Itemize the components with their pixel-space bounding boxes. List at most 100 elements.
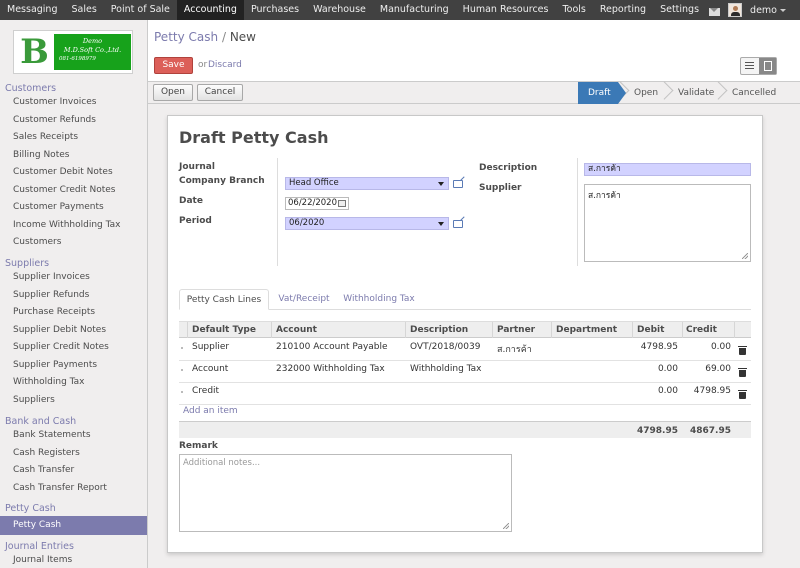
form-view-icon[interactable] <box>758 58 776 74</box>
breadcrumb-petty-cash[interactable]: Petty Cash <box>154 30 218 44</box>
resize-handle-icon[interactable] <box>742 253 748 259</box>
sidebar-item-customer-invoices[interactable]: Customer Invoices <box>13 97 96 107</box>
sidebar-item-purchase-receipts[interactable]: Purchase Receipts <box>13 307 95 317</box>
row-debit[interactable]: 0.00 <box>636 364 678 374</box>
column-header-credit[interactable]: Credit <box>686 325 717 335</box>
sidebar-item-supplier-debit-notes[interactable]: Supplier Debit Notes <box>13 325 106 335</box>
company-branch-label: Company Branch <box>179 176 265 186</box>
external-link-icon[interactable] <box>453 220 463 228</box>
period-select[interactable]: 06/2020 <box>285 217 449 230</box>
row-credit[interactable]: 0.00 <box>686 342 731 352</box>
row-description[interactable]: Withholding Tax <box>410 364 482 374</box>
row-account[interactable]: 210100 Account Payable <box>276 342 388 352</box>
sidebar-item-supplier-payments[interactable]: Supplier Payments <box>13 360 97 370</box>
row-description[interactable]: OVT/2018/0039 <box>410 342 480 352</box>
trash-icon[interactable] <box>738 346 747 355</box>
sidebar-item-income-withholding-tax[interactable]: Income Withholding Tax <box>13 220 120 230</box>
menu-sales[interactable]: Sales <box>64 0 103 20</box>
company-branch-select[interactable]: Head Office <box>285 177 449 190</box>
row-credit[interactable]: 69.00 <box>686 364 731 374</box>
tab-withholding-tax[interactable]: Withholding Tax <box>339 289 419 310</box>
stage-draft[interactable]: Draft <box>578 82 626 104</box>
company-logo[interactable]: B Demo M.D.Soft Co.,Ltd. 081-6198979 <box>13 30 133 74</box>
menu-messaging[interactable]: Messaging <box>0 0 64 20</box>
column-header-account[interactable]: Account <box>276 325 317 335</box>
supplier-textarea[interactable]: ส.การค้า <box>584 184 751 262</box>
column-header-default-type[interactable]: Default Type <box>192 325 256 335</box>
row-debit[interactable]: 0.00 <box>636 386 678 396</box>
sidebar-item-suppliers[interactable]: Suppliers <box>13 395 55 405</box>
open-button[interactable]: Open <box>153 84 193 101</box>
row-account[interactable]: 232000 Withholding Tax <box>276 364 385 374</box>
row-default-type[interactable]: Account <box>192 364 228 374</box>
sidebar-item-sales-receipts[interactable]: Sales Receipts <box>13 132 78 142</box>
date-value: 06/22/2020 <box>288 198 337 208</box>
sidebar-item-withholding-tax[interactable]: Withholding Tax <box>13 377 85 387</box>
row-partner[interactable]: ส.การค้า <box>497 342 532 356</box>
sidebar-item-journal-items[interactable]: Journal Items <box>13 555 72 565</box>
mail-icon[interactable] <box>709 7 721 16</box>
sidebar-item-customer-credit-notes[interactable]: Customer Credit Notes <box>13 185 116 195</box>
stage-validate[interactable]: Validate <box>662 82 716 104</box>
sidebar-item-supplier-invoices[interactable]: Supplier Invoices <box>13 272 90 282</box>
menu-manufacturing[interactable]: Manufacturing <box>373 0 456 20</box>
discard-button[interactable]: Discard <box>208 60 242 70</box>
row-default-type[interactable]: Supplier <box>192 342 229 352</box>
sidebar-item-bank-statements[interactable]: Bank Statements <box>13 430 91 440</box>
menu-warehouse[interactable]: Warehouse <box>306 0 373 20</box>
trash-icon[interactable] <box>738 368 747 377</box>
avatar[interactable] <box>728 3 743 17</box>
external-link-icon[interactable] <box>453 180 463 188</box>
lines-table-header: Default Type Account Description Partner… <box>179 321 751 338</box>
save-button[interactable]: Save <box>154 57 193 74</box>
sidebar-item-cash-transfer[interactable]: Cash Transfer <box>13 465 74 475</box>
sidebar-item-supplier-refunds[interactable]: Supplier Refunds <box>13 290 89 300</box>
drag-handle-icon[interactable] <box>181 347 183 349</box>
sidebar-item-customer-payments[interactable]: Customer Payments <box>13 202 104 212</box>
breadcrumb-current: New <box>229 30 256 44</box>
column-header-partner[interactable]: Partner <box>497 325 535 335</box>
user-menu[interactable]: demo <box>750 5 786 16</box>
sidebar-item-customer-refunds[interactable]: Customer Refunds <box>13 115 96 125</box>
cancel-button[interactable]: Cancel <box>197 84 243 101</box>
sidebar-item-customer-debit-notes[interactable]: Customer Debit Notes <box>13 167 113 177</box>
period-label: Period <box>179 216 212 226</box>
menu-reporting[interactable]: Reporting <box>593 0 653 20</box>
sidebar-item-customers[interactable]: Customers <box>13 237 61 247</box>
remark-textarea[interactable]: Additional notes... <box>179 454 512 532</box>
add-item-link[interactable]: Add an item <box>183 406 238 416</box>
description-input[interactable]: ส.การค้า <box>584 163 751 176</box>
date-input[interactable]: 06/22/2020 <box>285 197 349 210</box>
resize-handle-icon[interactable] <box>503 523 509 529</box>
sidebar-item-cash-registers[interactable]: Cash Registers <box>13 448 80 458</box>
column-header-department[interactable]: Department <box>556 325 617 335</box>
column-separator <box>187 322 188 338</box>
drag-handle-icon[interactable] <box>181 391 183 393</box>
trash-icon[interactable] <box>738 390 747 399</box>
column-header-description[interactable]: Description <box>410 325 468 335</box>
chevron-down-icon <box>438 222 444 226</box>
row-debit[interactable]: 4798.95 <box>636 342 678 352</box>
sidebar-section-suppliers: Suppliers <box>5 258 50 269</box>
sidebar-item-petty-cash[interactable]: Petty Cash <box>0 516 147 535</box>
list-view-icon[interactable] <box>741 58 759 74</box>
tab-vat-receipt[interactable]: Vat/Receipt <box>273 289 335 310</box>
menu-accounting[interactable]: Accounting <box>176 0 244 20</box>
row-credit[interactable]: 4798.95 <box>686 386 731 396</box>
row-default-type[interactable]: Credit <box>192 386 219 396</box>
sidebar-item-cash-transfer-report[interactable]: Cash Transfer Report <box>13 483 107 493</box>
tab-petty-cash-lines[interactable]: Petty Cash Lines <box>179 289 269 310</box>
menu-point-of-sale[interactable]: Point of Sale <box>104 0 177 20</box>
column-separator <box>405 322 406 338</box>
drag-handle-icon[interactable] <box>181 369 183 371</box>
calendar-icon[interactable] <box>338 200 346 207</box>
menu-purchases[interactable]: Purchases <box>244 0 306 20</box>
sidebar-item-supplier-credit-notes[interactable]: Supplier Credit Notes <box>13 342 109 352</box>
stage-cancelled[interactable]: Cancelled <box>716 82 782 104</box>
menu-tools[interactable]: Tools <box>555 0 592 20</box>
column-header-debit[interactable]: Debit <box>637 325 664 335</box>
menu-settings[interactable]: Settings <box>653 0 706 20</box>
column-separator <box>734 322 735 338</box>
sidebar-item-billing-notes[interactable]: Billing Notes <box>13 150 69 160</box>
menu-human-resources[interactable]: Human Resources <box>456 0 556 20</box>
